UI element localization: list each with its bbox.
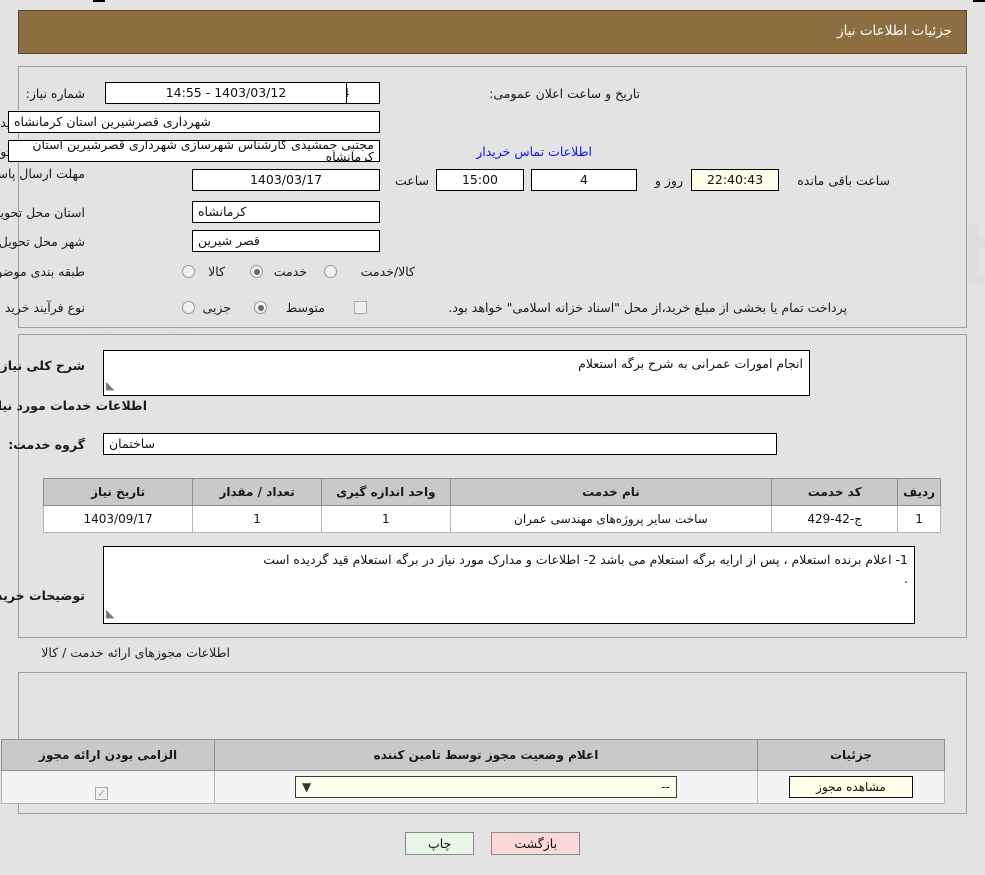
treasury-bond-note: پرداخت تمام یا بخشی از مبلغ خرید،از محل … bbox=[448, 300, 847, 315]
need-desc-label: شرح کلی نیاز: bbox=[0, 358, 85, 373]
city-value: قصر شیرین bbox=[192, 230, 380, 252]
col-permit-status: اعلام وضعیت مجوز توسط تامین کننده bbox=[214, 739, 758, 771]
treasury-bond-checkbox[interactable] bbox=[354, 301, 367, 314]
remaining-days-value: 4 bbox=[531, 169, 637, 191]
radio-process-jozei[interactable] bbox=[182, 301, 195, 314]
permits-table-header-row: جزئیات اعلام وضعیت مجوز توسط تامین کننده… bbox=[1, 739, 945, 771]
city-label: شهر محل تحویل: bbox=[0, 234, 85, 249]
table-row: 1 ج-42-429 ساخت سایر پروژه‌های مهندسی عم… bbox=[42, 505, 941, 533]
deadline-hour-label: ساعت bbox=[394, 173, 429, 188]
page-root: AnaTender.net جزئیات اطلاعات نیاز شماره … bbox=[0, 0, 985, 875]
need-number-label: شماره نیاز: bbox=[25, 86, 85, 101]
return-button[interactable]: بازگشت bbox=[491, 832, 581, 855]
window-header-bar: جزئیات اطلاعات نیاز bbox=[18, 10, 967, 54]
chevron-down-icon: ▼ bbox=[302, 780, 312, 794]
col-quantity: تعداد / مقدار bbox=[192, 478, 322, 506]
deadline-date-value: 1403/03/17 bbox=[192, 169, 380, 191]
buyer-notes-label: توضیحات خریدار: bbox=[0, 588, 85, 603]
radio-category-kala-khedmat[interactable] bbox=[324, 265, 337, 278]
permit-status-value: -- bbox=[661, 780, 670, 794]
resize-grip-icon[interactable]: ◢ bbox=[106, 377, 114, 394]
print-button[interactable]: چاپ bbox=[404, 832, 475, 855]
permit-status-select[interactable]: -- ▼ bbox=[295, 776, 677, 798]
col-permit-details: جزئیات bbox=[757, 739, 945, 771]
view-permit-button[interactable]: مشاهده مجوز bbox=[789, 776, 913, 798]
service-group-value: ساختمان bbox=[103, 433, 777, 455]
permit-required-checkbox[interactable]: ✓ bbox=[95, 787, 108, 800]
buyer-notes-textarea[interactable]: 1- اعلام برنده استعلام ، پس از ارایه برگ… bbox=[103, 546, 915, 624]
col-permit-required: الزامی بودن ارائه مجوز bbox=[1, 739, 215, 771]
spacer4 bbox=[93, 0, 105, 2]
category-label: طبقه بندی موضوعی: bbox=[0, 264, 85, 279]
permits-section-title: اطلاعات مجوزهای ارائه خدمت / کالا bbox=[41, 645, 230, 660]
cell-permit-status: -- ▼ bbox=[214, 770, 758, 804]
col-date: تاریخ نیاز bbox=[42, 478, 194, 506]
footer-button-bar: بازگشت چاپ bbox=[0, 832, 985, 855]
cell-permit-required: ✓ bbox=[1, 770, 215, 804]
radio-category-kala-khedmat-label: کالا/خدمت bbox=[360, 264, 415, 279]
col-code: کد خدمت bbox=[771, 478, 899, 506]
remaining-days-label: روز و bbox=[654, 173, 683, 188]
cell-name: ساخت سایر پروژه‌های مهندسی عمران bbox=[449, 505, 773, 533]
cell-date: 1403/09/17 bbox=[42, 505, 194, 533]
buyer-notes-line1: 1- اعلام برنده استعلام ، پس از ارایه برگ… bbox=[263, 552, 908, 567]
need-desc-value: انجام امورات عمرانی به شرح برگه استعلام bbox=[578, 356, 803, 371]
col-row: ردیف bbox=[897, 478, 941, 506]
cell-row: 1 bbox=[897, 505, 941, 533]
cell-code: ج-42-429 bbox=[771, 505, 899, 533]
cell-permit-details: مشاهده مجوز bbox=[757, 770, 945, 804]
table-row: مشاهده مجوز -- ▼ ✓ bbox=[1, 770, 945, 804]
resize-grip-icon-2[interactable]: ◢ bbox=[106, 605, 114, 622]
announce-date-value: 1403/03/12 - 14:55 bbox=[105, 82, 347, 104]
page-title: جزئیات اطلاعات نیاز bbox=[837, 23, 952, 39]
deadline-hour-value: 15:00 bbox=[436, 169, 524, 191]
deadline-label-line: مهلت ارسال پاسخ: تا تاریخ: bbox=[0, 166, 85, 181]
province-value: کرمانشاه bbox=[192, 201, 380, 223]
announce-date-label: تاریخ و ساعت اعلان عمومی: bbox=[489, 86, 640, 101]
radio-process-jozei-label: جزیی bbox=[202, 300, 231, 315]
buyer-contact-link[interactable]: اطلاعات تماس خریدار bbox=[476, 144, 592, 159]
buyer-org-value: شهرداری قصرشیرین استان کرمانشاه bbox=[8, 111, 380, 133]
cell-unit: 1 bbox=[320, 505, 451, 533]
creator-value: مجتبی جمشیدی کارشناس شهرسازی شهرداری قصر… bbox=[8, 140, 380, 162]
remaining-time-value: 22:40:43 bbox=[691, 169, 779, 191]
deadline-label: مهلت ارسال پاسخ: تا تاریخ: bbox=[0, 166, 85, 181]
radio-process-motavaset-label: متوسط bbox=[285, 300, 325, 315]
services-section-title: اطلاعات خدمات مورد نیاز bbox=[0, 398, 147, 413]
buyer-notes-line2: . bbox=[904, 571, 908, 587]
remaining-time-label: ساعت باقی مانده bbox=[797, 173, 890, 188]
province-label: استان محل تحویل: bbox=[0, 205, 85, 220]
cell-quantity: 1 bbox=[192, 505, 322, 533]
services-table-header-row: ردیف کد خدمت نام خدمت واحد اندازه گیری ت… bbox=[42, 478, 941, 506]
spacer6 bbox=[973, 0, 985, 2]
radio-category-khedmat-label: خدمت bbox=[273, 264, 307, 279]
radio-process-motavaset[interactable] bbox=[254, 301, 267, 314]
service-group-label: گروه خدمت: bbox=[8, 437, 85, 452]
radio-category-kala-label: کالا bbox=[208, 264, 225, 279]
col-unit: واحد اندازه گیری bbox=[320, 478, 451, 506]
radio-category-kala[interactable] bbox=[182, 265, 195, 278]
need-desc-textarea[interactable]: انجام امورات عمرانی به شرح برگه استعلام … bbox=[103, 350, 810, 396]
permits-table: جزئیات اعلام وضعیت مجوز توسط تامین کننده… bbox=[1, 739, 945, 804]
need-info-panel bbox=[18, 66, 967, 328]
radio-category-khedmat[interactable] bbox=[250, 265, 263, 278]
services-table: ردیف کد خدمت نام خدمت واحد اندازه گیری ت… bbox=[42, 478, 941, 533]
process-label: نوع فرآیند خرید : bbox=[0, 300, 85, 315]
col-name: نام خدمت bbox=[449, 478, 773, 506]
